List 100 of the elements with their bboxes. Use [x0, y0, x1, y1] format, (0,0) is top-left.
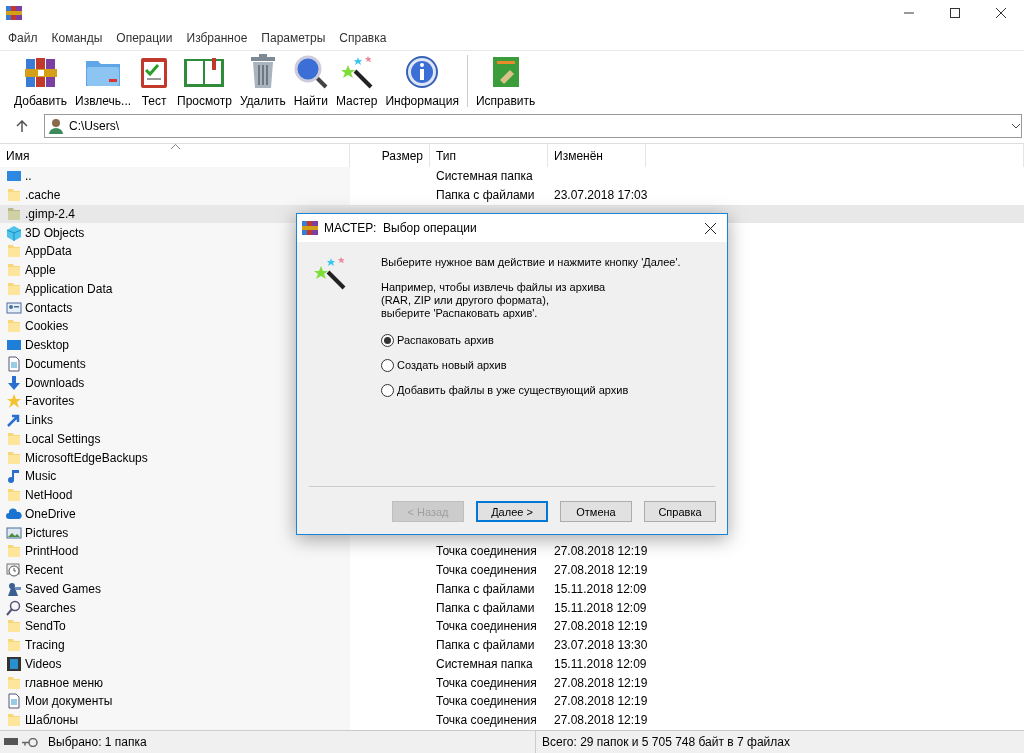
- file-name[interactable]: Downloads: [25, 375, 85, 390]
- file-row[interactable]: .. Системная папка: [0, 167, 1024, 186]
- toolbar-button[interactable]: Информация: [381, 53, 463, 111]
- radio-option[interactable]: Добавить файлы в уже существующий архив: [381, 382, 727, 398]
- modified-date: 15.11.2018 12:09: [554, 600, 647, 615]
- menu-item[interactable]: Избранное: [179, 31, 255, 45]
- radio-option[interactable]: Создать новый архив: [381, 357, 727, 373]
- modified-date: 27.08.2018 12:19: [554, 694, 648, 709]
- file-name[interactable]: Мои документы: [25, 694, 113, 709]
- file-name[interactable]: Apple: [25, 263, 56, 278]
- file-row[interactable]: Videos Системная папка 15.11.2018 12:09: [0, 654, 1024, 674]
- contacts-icon: [6, 299, 22, 316]
- file-name[interactable]: OneDrive: [25, 506, 76, 521]
- file-name[interactable]: Desktop: [25, 338, 70, 353]
- toolbar-button[interactable]: Мастер: [331, 53, 382, 111]
- file-name[interactable]: PrintHood: [25, 544, 79, 559]
- instruction-text: Выберите нужное вам действие и нажмите кнопку 'Далее'.: [381, 256, 682, 269]
- column-header[interactable]: Изменён: [548, 144, 646, 167]
- file-name[interactable]: Links: [25, 413, 53, 428]
- toolbar-button[interactable]: Исправить: [471, 53, 540, 111]
- star-icon: [6, 393, 22, 410]
- toolbar-button[interactable]: Просмотр: [173, 53, 236, 111]
- address-field[interactable]: C:\Users\: [44, 114, 1022, 138]
- search-icon: [6, 599, 22, 616]
- file-name[interactable]: Tracing: [25, 638, 65, 653]
- file-row[interactable]: Pictures: [0, 523, 1024, 542]
- file-name[interactable]: Documents: [25, 356, 86, 371]
- menu-item[interactable]: Операции: [109, 31, 180, 45]
- file-name[interactable]: Favorites: [25, 394, 75, 409]
- menu-item[interactable]: Справка: [332, 31, 394, 45]
- file-type: Папка с файлами: [436, 188, 535, 203]
- file-row[interactable]: Шаблоны Точка соединения 27.08.2018 12:19: [0, 710, 1024, 730]
- toolbar-button[interactable]: Тест: [135, 53, 174, 111]
- file-name[interactable]: Saved Games: [25, 581, 102, 596]
- film-icon: [6, 655, 22, 672]
- file-name[interactable]: Videos: [25, 656, 62, 671]
- folder-icon: [6, 543, 22, 560]
- file-name[interactable]: главное меню: [25, 675, 104, 690]
- file-type: Системная папка: [436, 656, 533, 671]
- file-name[interactable]: Music: [25, 469, 57, 484]
- toolbar-button[interactable]: Добавить: [10, 53, 72, 111]
- file-name[interactable]: Contacts: [25, 300, 73, 315]
- dialog-title: МАСТЕР: Выбор операции: [324, 221, 478, 235]
- close-icon: [704, 222, 716, 234]
- file-name[interactable]: Pictures: [25, 525, 69, 540]
- file-name[interactable]: .cache: [25, 188, 61, 203]
- file-row[interactable]: Tracing Папка с файлами 23.07.2018 13:30: [0, 635, 1024, 655]
- file-name[interactable]: Cookies: [25, 319, 69, 334]
- folder-icon: [6, 262, 22, 279]
- magic-wand-icon: [313, 256, 347, 290]
- radio-option[interactable]: Распаковать архив: [381, 332, 727, 348]
- dialog-button[interactable]: Отмена: [560, 501, 632, 522]
- column-header[interactable]: Размер: [350, 144, 430, 167]
- dropdown-caret-icon[interactable]: [1011, 123, 1021, 129]
- status-selection: Выбрано: 1 папка: [48, 735, 147, 749]
- dialog-button[interactable]: Далее >: [476, 501, 548, 522]
- toolbar-button[interactable]: Удалить: [235, 53, 290, 111]
- file-name[interactable]: .gimp-2.4: [25, 206, 76, 221]
- file-row[interactable]: .cache Папка с файлами 23.07.2018 17:03: [0, 185, 1024, 205]
- file-type: Системная папка: [436, 169, 533, 184]
- menu-item[interactable]: Команды: [44, 31, 110, 45]
- file-row[interactable]: Recent Точка соединения 27.08.2018 12:19: [0, 560, 1024, 580]
- column-header[interactable]: Тип: [430, 144, 548, 167]
- file-name[interactable]: Шаблоны: [25, 713, 79, 728]
- file-name[interactable]: Local Settings: [25, 431, 101, 446]
- menu-item[interactable]: Параметры: [254, 31, 333, 45]
- modified-date: 27.08.2018 12:19: [554, 544, 648, 559]
- file-row[interactable]: PrintHood Точка соединения 27.08.2018 12:19: [0, 542, 1024, 561]
- file-row[interactable]: SendTo Точка соединения 27.08.2018 12:19: [0, 617, 1024, 636]
- toolbar-button[interactable]: Найти: [289, 53, 332, 111]
- file-name[interactable]: NetHood: [25, 488, 73, 503]
- file-name[interactable]: 3D Objects: [25, 225, 85, 240]
- folder-icon: [6, 487, 22, 504]
- file-row[interactable]: Saved Games Папка с файлами 15.11.2018 12:09: [0, 579, 1024, 599]
- cube-icon: [6, 224, 22, 241]
- file-name[interactable]: Application Data: [25, 281, 113, 296]
- menu-item[interactable]: Файл: [1, 31, 45, 45]
- file-type: Точка соединения: [436, 694, 537, 709]
- folder-icon: [6, 637, 22, 654]
- key-icon: [22, 737, 38, 747]
- folder-icon: [6, 318, 22, 335]
- file-name[interactable]: AppData: [25, 244, 72, 259]
- folder-icon: [6, 205, 22, 222]
- file-name[interactable]: SendTo: [25, 619, 66, 634]
- file-name[interactable]: ..: [25, 169, 32, 184]
- file-row[interactable]: Мои документы Точка соединения 27.08.2018 12:19: [0, 692, 1024, 711]
- file-row[interactable]: Searches Папка с файлами 15.11.2018 12:09: [0, 598, 1024, 617]
- toolbar-button[interactable]: Извлечь...: [71, 53, 136, 111]
- file-type: Точка соединения: [436, 713, 537, 728]
- dialog-button[interactable]: Справка: [644, 501, 716, 522]
- download-arrow-icon: [6, 374, 22, 391]
- address-input[interactable]: C:\Users\: [69, 119, 1005, 133]
- modified-date: 23.07.2018 17:03: [554, 188, 648, 203]
- repair-book-icon: [490, 55, 521, 89]
- file-type: Папка с файлами: [436, 638, 535, 653]
- file-row[interactable]: главное меню Точка соединения 27.08.2018 12:19: [0, 673, 1024, 692]
- file-name[interactable]: Recent: [25, 563, 64, 578]
- close-icon: [996, 8, 1006, 18]
- file-name[interactable]: Searches: [25, 600, 76, 615]
- app-logo-icon: [302, 220, 318, 236]
